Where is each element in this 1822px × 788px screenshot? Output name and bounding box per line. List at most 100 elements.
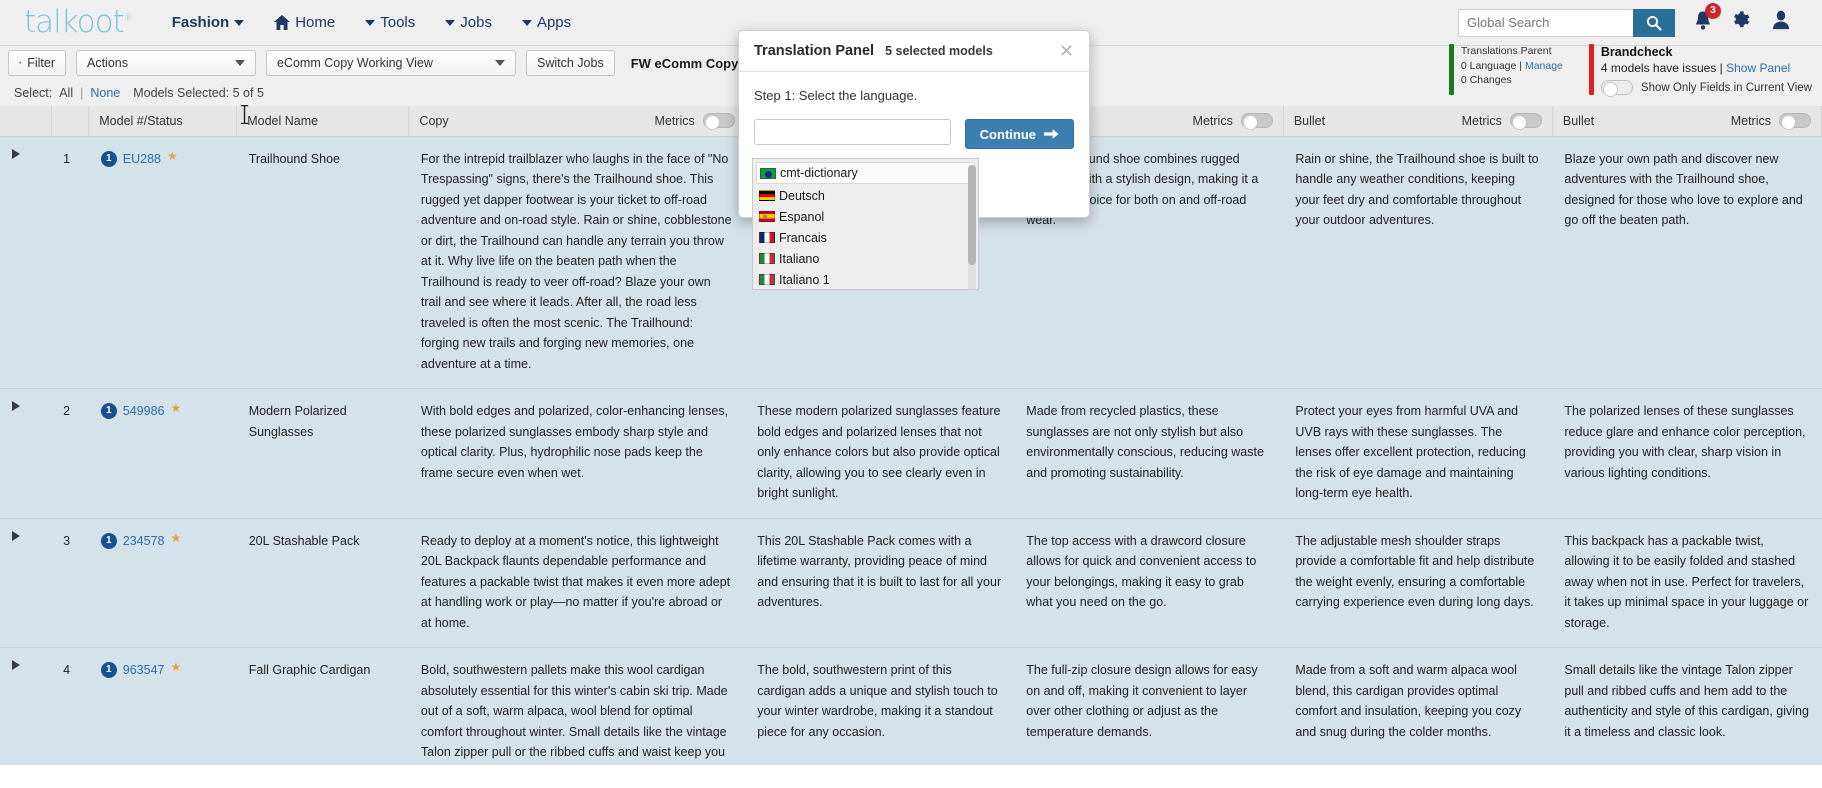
modal-subtitle: 5 selected models (885, 44, 993, 58)
row-bullet-3-cell[interactable]: Rain or shine, the Trailhound shoe is bu… (1283, 136, 1553, 389)
row-bullet-1-cell[interactable]: This 20L Stashable Pack comes with a lif… (745, 518, 1015, 648)
star-icon[interactable]: ★ (167, 150, 178, 162)
notifications-button[interactable]: 3 (1693, 2, 1721, 36)
talkoot-logo[interactable]: talkoot® (24, 7, 133, 38)
header-model-status[interactable]: Model #/Status (88, 106, 238, 137)
row-bullet-4-cell[interactable]: Blaze your own path and discover new adv… (1552, 136, 1822, 389)
header-bullet-4[interactable]: Bullet Metrics (1552, 106, 1822, 137)
model-count-badge: 1 (100, 403, 117, 420)
row-bullet-4-cell[interactable]: The polarized lenses of these sunglasses… (1552, 388, 1822, 519)
row-copy-cell[interactable]: Ready to deploy at a moment's notice, th… (408, 518, 746, 648)
header-model-name[interactable]: Model Name (236, 106, 410, 137)
expand-arrow-icon[interactable] (12, 530, 20, 541)
nav-label-jobs: Jobs (460, 14, 492, 31)
star-icon[interactable]: ★ (170, 661, 181, 673)
row-bullet-3-cell[interactable]: The adjustable mesh shoulder straps prov… (1283, 518, 1553, 648)
header-bullet-3[interactable]: Bullet Metrics (1283, 106, 1553, 137)
row-bullet-3-cell[interactable]: Protect your eyes from harmful UVA and U… (1283, 388, 1553, 519)
row-bullet-1-cell[interactable]: The bold, southwestern print of this car… (745, 647, 1015, 765)
bullet-3-metrics-toggle[interactable] (1509, 113, 1542, 131)
logo-registered-mark: ® (123, 13, 133, 24)
model-id-link[interactable]: 963547 (123, 660, 165, 681)
filter-button[interactable]: Filter (8, 50, 66, 76)
row-bullet-1-cell[interactable]: These modern polarized sunglasses featur… (745, 388, 1015, 519)
language-option-francais[interactable]: Francais (753, 227, 978, 248)
nav-label-apps: Apps (536, 14, 572, 31)
table-row[interactable]: 2 1 549986 ★ Modern Polarized Sunglasses… (0, 388, 1822, 519)
row-bullet-3-cell[interactable]: Made from a soft and warm alpaca wool bl… (1283, 647, 1553, 765)
row-bullet-4-cell[interactable]: This backpack has a packable twist, allo… (1552, 518, 1822, 648)
actions-dropdown[interactable]: Actions (76, 50, 256, 76)
row-bullet-2-cell[interactable]: The full-zip closure design allows for e… (1014, 647, 1284, 765)
model-id-link[interactable]: EU288 (123, 149, 161, 170)
row-bullet-2-cell[interactable]: The top access with a drawcord closure a… (1014, 518, 1284, 648)
row-model-name-cell: Trailhound Shoe (236, 136, 409, 389)
nav-item-tools[interactable]: Tools (365, 14, 415, 31)
language-option-cmt-dictionary[interactable]: cmt-dictionary (756, 162, 975, 184)
row-bullet-4-cell[interactable]: Small details like the vintage Talon zip… (1552, 647, 1822, 765)
model-id-link[interactable]: 234578 (123, 531, 165, 552)
search-icon (1646, 15, 1662, 31)
row-copy-cell[interactable]: For the intrepid trailblazer who laughs … (408, 136, 746, 389)
model-id-link[interactable]: 549986 (123, 401, 165, 422)
expand-arrow-icon[interactable] (12, 660, 20, 670)
expand-arrow-icon[interactable] (12, 148, 20, 159)
language-dropdown-list[interactable]: cmt-dictionary Deutsch Espanol Francais … (752, 158, 979, 290)
bullet-2-metrics-toggle[interactable] (1240, 113, 1273, 131)
chevron-down-icon (521, 19, 532, 26)
star-icon[interactable]: ★ (170, 532, 181, 544)
brandcheck-panel: Brandcheck 4 models have issues | Show P… (1588, 44, 1812, 97)
gear-icon (1734, 10, 1750, 27)
expand-arrow-icon[interactable] (12, 401, 20, 411)
row-copy-cell[interactable]: Bold, southwestern pallets make this woo… (408, 647, 746, 765)
header-copy[interactable]: Copy Metrics (408, 106, 746, 137)
copy-metrics-toggle[interactable] (702, 113, 735, 131)
row-model-name-cell: Fall Graphic Cardigan (236, 647, 409, 765)
brandcheck-show-panel-link[interactable]: Show Panel (1726, 61, 1790, 75)
continue-button[interactable]: Continue (964, 119, 1074, 149)
settings-button[interactable] (1731, 10, 1752, 36)
row-expand-cell[interactable] (0, 518, 52, 648)
search-input[interactable] (1458, 8, 1633, 37)
select-none-link[interactable]: None (90, 86, 120, 100)
row-model-status-cell: 1 234578 ★ (88, 518, 237, 648)
nav-item-home[interactable]: Home (274, 14, 335, 31)
row-copy-cell[interactable]: With bold edges and polarized, color-enh… (408, 388, 746, 519)
nav-item-fashion[interactable]: Fashion (172, 14, 245, 31)
nav-item-jobs[interactable]: Jobs (445, 14, 492, 31)
modal-body: Step 1: Select the language. Continue (739, 72, 1089, 149)
bullet-4-metrics-toggle[interactable] (1779, 113, 1811, 131)
language-search-input[interactable] (754, 119, 951, 145)
nav-item-apps[interactable]: Apps (521, 14, 572, 31)
language-option-label: cmt-dictionary (780, 166, 858, 180)
show-only-fields-toggle[interactable] (1600, 80, 1633, 97)
close-icon[interactable]: ✕ (1059, 42, 1074, 60)
working-view-dropdown[interactable]: eComm Copy Working View (266, 50, 516, 76)
table-row[interactable]: 4 1 963547 ★ Fall Graphic Cardigan Bold,… (0, 647, 1822, 765)
row-expand-cell[interactable] (0, 388, 52, 519)
language-option-italiano-1[interactable]: Italiano 1 (753, 269, 978, 289)
brandcheck-accent-bar (1588, 44, 1594, 95)
row-expand-cell[interactable] (0, 647, 52, 765)
table-row[interactable]: 3 1 234578 ★ 20L Stashable Pack Ready to… (0, 518, 1822, 648)
language-option-italiano[interactable]: Italiano (753, 248, 978, 269)
header-bullet-4-label: Bullet (1562, 113, 1595, 128)
language-option-espanol[interactable]: Espanol (753, 206, 978, 227)
star-icon[interactable]: ★ (170, 402, 181, 414)
translations-manage-link[interactable]: Manage (1525, 60, 1563, 72)
language-list-inner: cmt-dictionary Deutsch Espanol Francais … (753, 162, 978, 289)
brandcheck-issues-count: 4 models have issues (1600, 61, 1717, 75)
modal-input-row: Continue (754, 119, 1074, 149)
language-list-scrollbar-thumb[interactable] (968, 165, 976, 265)
search-button[interactable] (1633, 8, 1675, 37)
language-option-label: Italiano (779, 251, 820, 266)
row-expand-cell[interactable] (0, 136, 52, 389)
language-option-label: Espanol (779, 209, 825, 224)
row-bullet-2-cell[interactable]: Made from recycled plastics, these sungl… (1014, 388, 1284, 519)
language-list-scrollbar[interactable] (968, 165, 976, 289)
nav-right-group: 3 (1458, 2, 1812, 37)
select-all-link[interactable]: All (59, 86, 73, 100)
switch-jobs-button[interactable]: Switch Jobs (526, 50, 615, 76)
user-menu-button[interactable] (1770, 9, 1792, 36)
language-option-deutsch[interactable]: Deutsch (753, 185, 978, 206)
